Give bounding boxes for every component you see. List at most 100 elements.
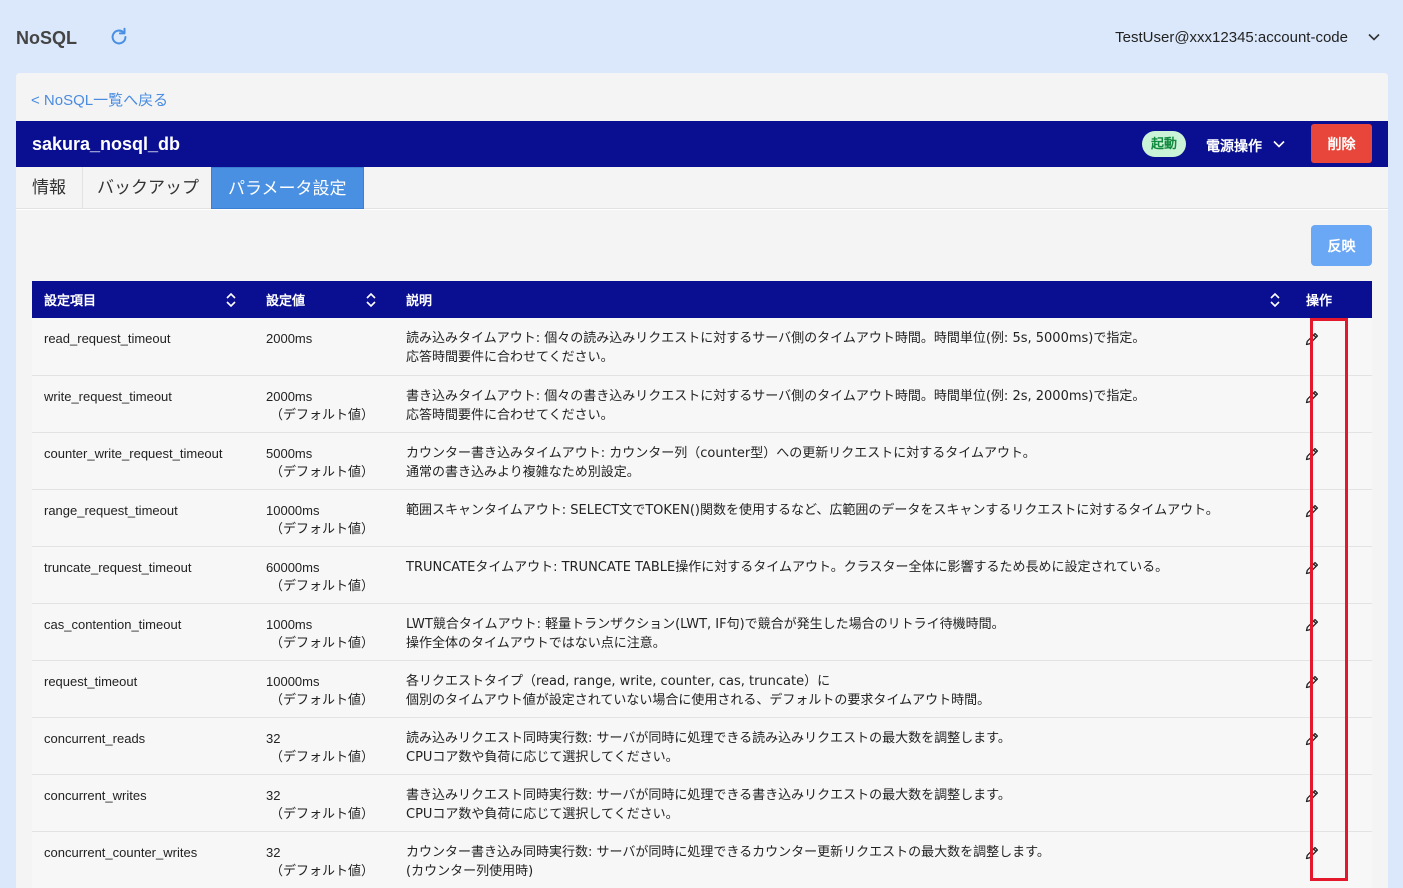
operation-cell: [1294, 603, 1372, 660]
operation-cell: [1294, 318, 1372, 375]
pencil-icon[interactable]: [1304, 446, 1320, 462]
pencil-icon[interactable]: [1304, 560, 1320, 576]
param-name: counter_write_request_timeout: [44, 445, 223, 461]
chevron-down-icon[interactable]: [1367, 30, 1381, 44]
param-value: 10000ms: [266, 502, 320, 518]
param-value: 5000ms: [266, 445, 313, 461]
param-description-line: カウンター書き込み同時実行数: サーバが同時に処理できるカウンター更新リクエスト…: [406, 844, 1050, 860]
tab-bar: 情報 バックアップ パラメータ設定: [16, 167, 1388, 209]
default-value-label: （デフォルト値）: [270, 635, 375, 651]
param-value: 10000ms: [266, 673, 320, 689]
edit-button[interactable]: [1294, 318, 1372, 375]
parameters-table-body: read_request_timeout 2000ms 読み込みタイムアウト: 個々…: [32, 318, 1372, 888]
default-value-label: （デフォルト値）: [270, 464, 375, 480]
param-name: concurrent_writes: [44, 787, 147, 803]
operation-cell: [1294, 717, 1372, 774]
tab-backup[interactable]: バックアップ: [81, 167, 216, 209]
sort-icon[interactable]: [224, 292, 238, 308]
param-description-line: 各リクエストタイプ（read, range, write, counter, c…: [406, 673, 831, 689]
edit-button[interactable]: [1294, 547, 1372, 604]
apply-button[interactable]: 反映: [1311, 225, 1372, 266]
table-row: concurrent_writes 32 （デフォルト値） 書き込みリクエスト同時実行…: [32, 774, 1372, 831]
column-header-value[interactable]: 設定値: [254, 281, 394, 318]
tab-parameters[interactable]: パラメータ設定: [211, 167, 364, 209]
param-value-cell: 10000ms （デフォルト値）: [254, 660, 394, 717]
pencil-icon[interactable]: [1304, 503, 1320, 519]
pencil-icon[interactable]: [1304, 389, 1320, 405]
main-panel: < NoSQL一覧へ戻る sakura_nosql_db 起動 電源操作 削除 …: [16, 73, 1388, 888]
table-row: read_request_timeout 2000ms 読み込みタイムアウト: 個々…: [32, 318, 1372, 375]
resource-header: sakura_nosql_db 起動 電源操作 削除: [16, 121, 1388, 167]
column-header-name[interactable]: 設定項目: [32, 281, 254, 318]
parameters-content: 反映 設定項目 設定値 説明 操作 read_request_timeout 2…: [16, 210, 1388, 888]
param-value-cell: 2000ms: [254, 318, 394, 375]
param-description-line: CPUコア数や負荷に応じて選択してください。: [406, 806, 679, 822]
app-title: NoSQL: [16, 28, 77, 48]
param-name: truncate_request_timeout: [44, 559, 192, 575]
back-to-list-link[interactable]: < NoSQL一覧へ戻る: [31, 89, 168, 110]
edit-button[interactable]: [1294, 832, 1372, 888]
table-header-row: 設定項目 設定値 説明 操作: [32, 281, 1372, 318]
pencil-icon[interactable]: [1304, 331, 1320, 347]
edit-button[interactable]: [1294, 376, 1372, 433]
operation-cell: [1294, 432, 1372, 489]
edit-button[interactable]: [1294, 661, 1372, 718]
param-name: read_request_timeout: [44, 331, 171, 346]
param-description-line: 個別のタイムアウト値が設定されていない場合に使用される、デフォルトの要求タイムア…: [406, 692, 991, 708]
param-value: 32: [266, 844, 281, 860]
default-value-label: （デフォルト値）: [270, 806, 375, 822]
default-value-label: （デフォルト値）: [270, 863, 375, 879]
edit-button[interactable]: [1294, 490, 1372, 547]
pencil-icon[interactable]: [1304, 788, 1320, 804]
back-row: < NoSQL一覧へ戻る: [16, 73, 1388, 121]
delete-button[interactable]: 削除: [1311, 124, 1372, 163]
table-row: truncate_request_timeout 60000ms （デフォルト値） T…: [32, 546, 1372, 603]
refresh-icon[interactable]: [108, 26, 130, 48]
default-value-label: （デフォルト値）: [270, 407, 375, 423]
operation-cell: [1294, 774, 1372, 831]
power-operation-menu[interactable]: 電源操作: [1206, 136, 1262, 156]
operation-cell: [1294, 489, 1372, 546]
operation-cell: [1294, 831, 1372, 888]
chevron-down-icon[interactable]: [1272, 137, 1286, 151]
param-name: range_request_timeout: [44, 502, 178, 518]
param-value-cell: 10000ms （デフォルト値）: [254, 489, 394, 546]
sort-icon[interactable]: [364, 292, 378, 308]
param-value-cell: 32 （デフォルト値）: [254, 717, 394, 774]
column-header-description[interactable]: 説明: [394, 281, 1294, 318]
user-account-menu[interactable]: TestUser@xxx12345:account-code: [1115, 29, 1348, 46]
pencil-icon[interactable]: [1304, 845, 1320, 861]
pencil-icon[interactable]: [1304, 674, 1320, 690]
param-value: 32: [266, 730, 281, 746]
param-description-cell: 読み込みタイムアウト: 個々の読み込みリクエストに対するサーバ側のタイムアウト時…: [394, 318, 1294, 375]
param-description-line: 読み込みリクエスト同時実行数: サーバが同時に処理できる読み込みリクエストの最大…: [406, 730, 1011, 746]
default-value-label: （デフォルト値）: [270, 578, 375, 594]
param-description-cell: 書き込みタイムアウト: 個々の書き込みリクエストに対するサーバ側のタイムアウト時…: [394, 375, 1294, 432]
column-header-label: 設定項目: [44, 293, 97, 308]
table-row: concurrent_reads 32 （デフォルト値） 読み込みリクエスト同時実行数…: [32, 717, 1372, 774]
param-value: 32: [266, 787, 281, 803]
param-value-cell: 2000ms （デフォルト値）: [254, 375, 394, 432]
param-name: write_request_timeout: [44, 388, 172, 404]
param-name: concurrent_counter_writes: [44, 844, 198, 860]
column-header-operation: 操作: [1294, 281, 1372, 318]
tab-info[interactable]: 情報: [16, 167, 83, 209]
param-description-line: 読み込みタイムアウト: 個々の読み込みリクエストに対するサーバ側のタイムアウト時…: [406, 331, 1146, 346]
edit-button[interactable]: [1294, 433, 1372, 490]
param-description-cell: 読み込みリクエスト同時実行数: サーバが同時に処理できる読み込みリクエストの最大…: [394, 717, 1294, 774]
edit-button[interactable]: [1294, 718, 1372, 775]
param-description-cell: 範囲スキャンタイムアウト: SELECT文でTOKEN()関数を使用するなど、広…: [394, 489, 1294, 546]
resource-name: sakura_nosql_db: [32, 134, 181, 154]
pencil-icon[interactable]: [1304, 617, 1320, 633]
sort-icon[interactable]: [1268, 292, 1282, 308]
edit-button[interactable]: [1294, 604, 1372, 661]
param-value-cell: 1000ms （デフォルト値）: [254, 603, 394, 660]
status-badge: 起動: [1142, 131, 1187, 157]
param-value: 2000ms: [266, 331, 313, 346]
param-description-cell: TRUNCATEタイムアウト: TRUNCATE TABLE操作に対するタイムア…: [394, 546, 1294, 603]
pencil-icon[interactable]: [1304, 731, 1320, 747]
edit-button[interactable]: [1294, 775, 1372, 832]
default-value-label: （デフォルト値）: [270, 749, 375, 765]
param-value: 60000ms: [266, 559, 320, 575]
table-row: cas_contention_timeout 1000ms （デフォルト値） LWT競…: [32, 603, 1372, 660]
